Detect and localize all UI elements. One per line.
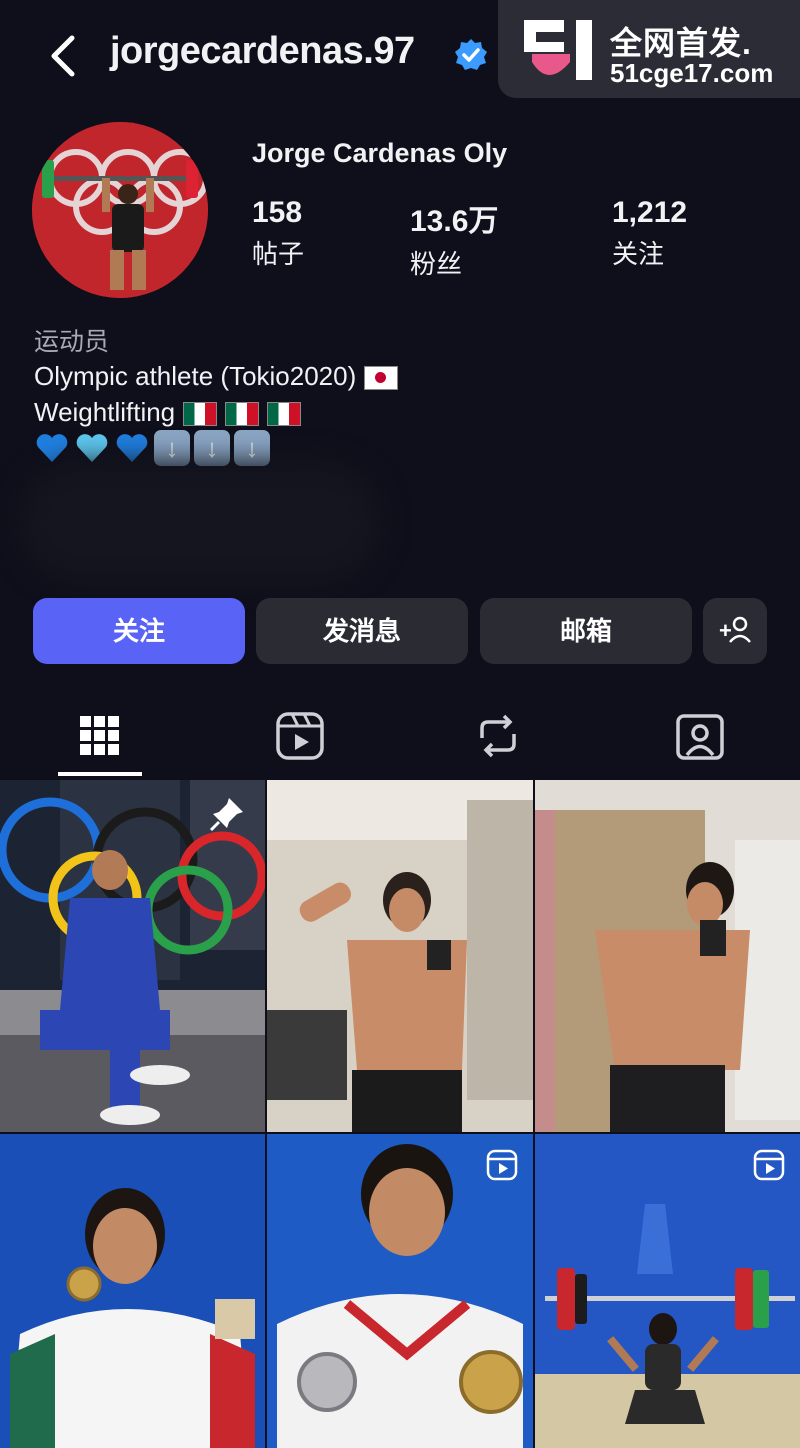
profile-bio: 运动员 Olympic athlete (Tokio2020) Weightli… <box>34 322 774 430</box>
watermark-overlay: 全网首发. 51cge17.com <box>498 0 800 98</box>
post-image-mirror-selfie <box>535 780 800 1132</box>
blue-heart-icon <box>116 434 148 462</box>
post-thumbnail[interactable] <box>535 780 800 1132</box>
post-image-medal-podium <box>0 1134 265 1448</box>
blue-heart-icon <box>36 434 68 462</box>
reel-badge-icon <box>753 1149 785 1181</box>
stat-following[interactable]: 1,212 关注 <box>612 196 687 271</box>
bio-category: 运动员 <box>34 328 110 356</box>
post-image-mirror-flex <box>267 780 533 1132</box>
stat-posts-label: 帖子 <box>252 239 305 269</box>
stat-followers[interactable]: 13.6万 粉丝 <box>410 196 498 281</box>
reels-icon[interactable] <box>272 708 328 764</box>
bio-line-2-text: Weightlifting <box>34 397 176 427</box>
verified-badge-icon <box>455 39 487 70</box>
post-thumbnail[interactable] <box>267 1134 533 1448</box>
post-thumbnail[interactable] <box>535 1134 800 1448</box>
bio-line-1-text: Olympic athlete (Tokio2020) <box>34 361 357 391</box>
bio-line-1: Olympic athlete (Tokio2020) <box>34 358 774 394</box>
down-arrow-icon: ↓ <box>234 430 270 466</box>
reel-badge-icon <box>486 1149 518 1181</box>
display-name: Jorge Cardenas Oly <box>252 138 508 168</box>
grid-icon[interactable] <box>72 708 128 764</box>
stat-posts-value: 158 <box>252 196 303 229</box>
username-title[interactable]: jorgecardenas.97 <box>110 30 415 73</box>
down-arrow-icon: ↓ <box>154 430 190 466</box>
light-blue-heart-icon <box>76 434 108 462</box>
mexico-flag-icon <box>225 402 260 427</box>
bio-line-2: Weightlifting <box>34 394 774 430</box>
stat-followers-label: 粉丝 <box>410 249 463 279</box>
chevron-left-icon[interactable] <box>42 30 86 82</box>
reposts-icon[interactable] <box>470 708 526 764</box>
add-user-icon: + <box>719 616 751 643</box>
stat-following-value: 1,212 <box>612 196 688 229</box>
message-button[interactable]: 发消息 <box>256 598 468 664</box>
stat-following-label: 关注 <box>612 239 665 269</box>
watermark-text-2: 51cge17.com <box>610 58 774 88</box>
stat-posts[interactable]: 158 帖子 <box>252 196 304 271</box>
svg-text:+: + <box>719 618 732 643</box>
avatar-photo-icon <box>32 122 208 298</box>
pinned-post-icon <box>209 798 243 832</box>
profile-tabs <box>0 700 800 778</box>
watermark-logo-icon <box>524 20 592 80</box>
tagged-icon[interactable] <box>672 708 728 764</box>
mexico-flag-icon <box>267 402 302 427</box>
down-arrow-icon: ↓ <box>194 430 230 466</box>
mexico-flag-icon <box>183 402 218 427</box>
active-tab-indicator <box>58 772 142 776</box>
follow-button[interactable]: 关注 <box>33 598 245 664</box>
stat-followers-value: 13.6万 <box>410 205 499 238</box>
japan-flag-icon <box>364 366 399 391</box>
post-grid <box>0 780 800 1448</box>
profile-avatar[interactable] <box>32 122 208 298</box>
email-button[interactable]: 邮箱 <box>480 598 692 664</box>
post-thumbnail[interactable] <box>0 1134 265 1448</box>
blurred-region <box>20 462 380 582</box>
post-thumbnail[interactable] <box>267 780 533 1132</box>
add-user-button[interactable]: + <box>703 598 767 664</box>
post-thumbnail[interactable] <box>0 780 265 1132</box>
